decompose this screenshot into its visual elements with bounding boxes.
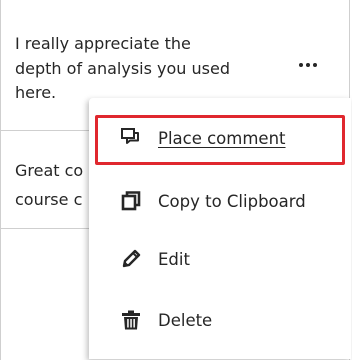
- comment-line: depth of analysis you used: [15, 58, 230, 78]
- comment-line: I really appreciate the: [15, 34, 191, 53]
- menu-item-delete[interactable]: Delete: [89, 296, 351, 344]
- copy-icon: [119, 189, 143, 213]
- menu-item-copy-to-clipboard[interactable]: Copy to Clipboard: [89, 177, 351, 225]
- more-options-button[interactable]: [293, 54, 323, 76]
- pencil-icon: [119, 247, 143, 271]
- more-dot-icon: [299, 63, 303, 67]
- more-dot-icon: [306, 63, 310, 67]
- menu-item-label: Place comment: [158, 128, 286, 148]
- menu-item-label: Copy to Clipboard: [158, 191, 306, 211]
- more-dot-icon: [313, 63, 317, 67]
- context-menu: Place comment Copy to Clipboard Edit Del…: [89, 98, 351, 359]
- menu-item-label: Edit: [158, 249, 190, 269]
- menu-item-label: Delete: [158, 310, 213, 330]
- trash-icon: [119, 308, 143, 332]
- menu-item-place-comment[interactable]: Place comment: [89, 114, 351, 162]
- comment-text: I really appreciate the depth of analysi…: [15, 32, 290, 106]
- comment-icon: [119, 126, 143, 150]
- menu-item-edit[interactable]: Edit: [89, 235, 351, 283]
